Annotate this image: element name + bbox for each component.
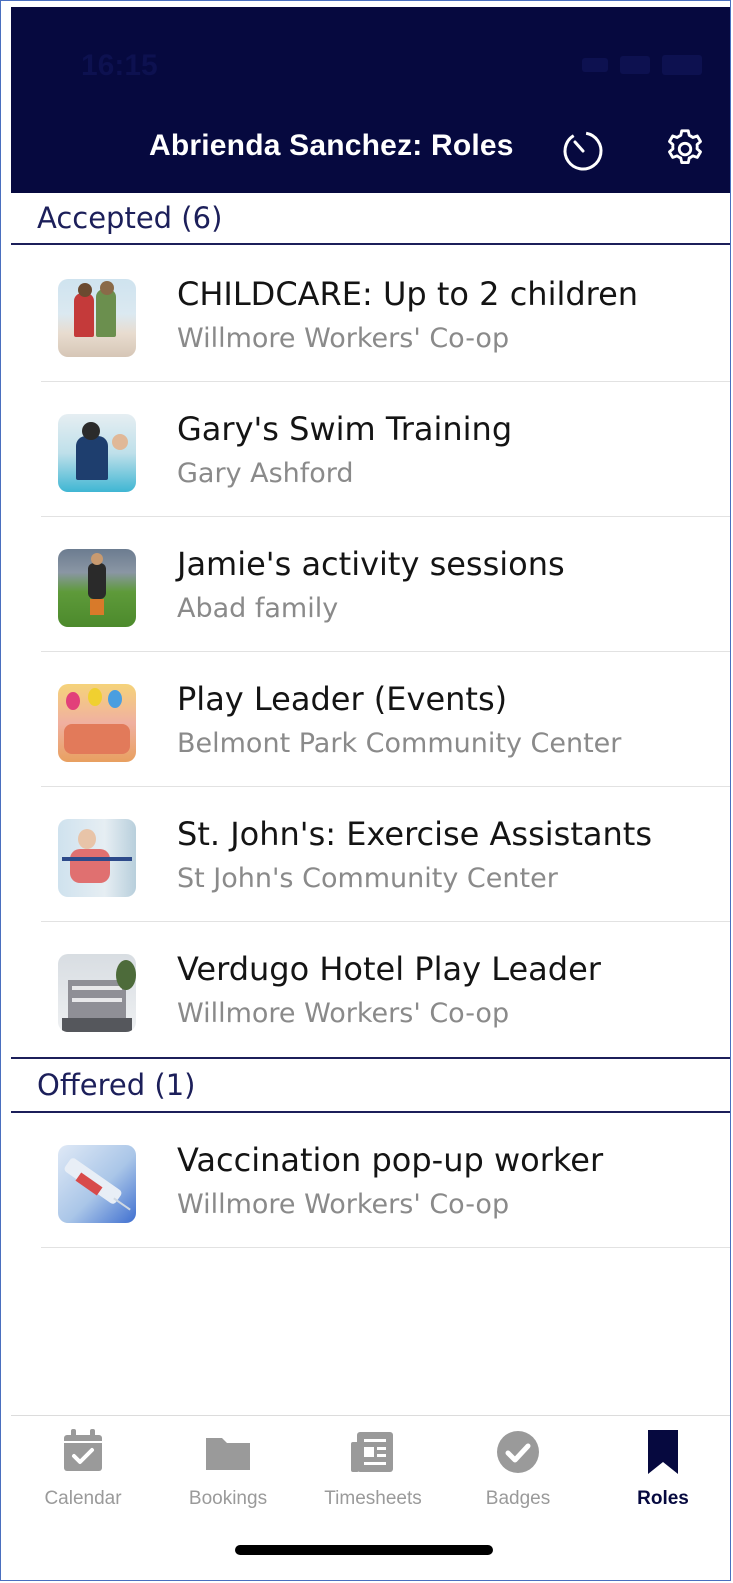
tab-timesheets[interactable]: Timesheets — [303, 1426, 443, 1510]
signal-icon — [582, 58, 608, 72]
role-organization: St John's Community Center — [177, 863, 558, 894]
page-title: Abrienda Sanchez: Roles — [149, 129, 514, 162]
role-thumbnail — [58, 549, 136, 627]
role-title: Vaccination pop-up worker — [177, 1141, 604, 1179]
role-row-swim-training[interactable]: Gary's Swim Training Gary Ashford — [41, 382, 730, 517]
section-header-offered: Offered (1) — [11, 1057, 730, 1113]
section-label: Offered (1) — [37, 1068, 196, 1102]
timer-icon — [563, 131, 603, 171]
status-bar-time: 16:15 — [81, 49, 158, 82]
app-screen: 16:15 Abrienda Sanchez: Roles Accepted (… — [11, 7, 730, 1580]
role-thumbnail — [58, 1145, 136, 1223]
role-title: Verdugo Hotel Play Leader — [177, 950, 601, 988]
timer-button[interactable] — [557, 123, 609, 175]
wifi-icon — [620, 56, 650, 74]
status-bar-icons — [582, 55, 702, 75]
tab-label: Calendar — [44, 1488, 122, 1509]
role-row-verdugo-hotel[interactable]: Verdugo Hotel Play Leader Willmore Worke… — [41, 922, 730, 1057]
tab-roles[interactable]: Roles — [593, 1426, 730, 1510]
role-organization: Willmore Workers' Co-op — [177, 1189, 510, 1220]
role-row-exercise-assistants[interactable]: St. John's: Exercise Assistants St John'… — [41, 787, 730, 922]
badge-check-icon — [492, 1426, 544, 1478]
settings-button[interactable] — [659, 123, 711, 175]
role-title: Jamie's activity sessions — [177, 545, 565, 583]
home-indicator — [235, 1545, 493, 1555]
tab-bookings[interactable]: Bookings — [158, 1426, 298, 1510]
role-thumbnail — [58, 414, 136, 492]
role-organization: Gary Ashford — [177, 458, 354, 489]
role-thumbnail — [58, 954, 136, 1032]
section-label: Accepted (6) — [37, 201, 223, 235]
role-thumbnail — [58, 819, 136, 897]
tab-label: Badges — [485, 1488, 551, 1509]
role-organization: Belmont Park Community Center — [177, 728, 622, 759]
section-header-accepted: Accepted (6) — [11, 193, 730, 245]
tab-badges[interactable]: Badges — [448, 1426, 588, 1510]
tab-label: Roles — [637, 1488, 689, 1509]
role-organization: Willmore Workers' Co-op — [177, 323, 510, 354]
role-title: Gary's Swim Training — [177, 410, 513, 448]
calendar-icon — [57, 1426, 109, 1478]
role-thumbnail — [58, 684, 136, 762]
role-row-play-leader-events[interactable]: Play Leader (Events) Belmont Park Commun… — [41, 652, 730, 787]
role-title: CHILDCARE: Up to 2 children — [177, 275, 639, 313]
app-header: 16:15 Abrienda Sanchez: Roles — [11, 7, 730, 193]
gear-icon — [668, 129, 702, 165]
role-title: St. John's: Exercise Assistants — [177, 815, 652, 853]
battery-icon — [662, 55, 702, 75]
tab-calendar[interactable]: Calendar — [13, 1426, 153, 1510]
role-title: Play Leader (Events) — [177, 680, 508, 718]
role-row-childcare[interactable]: CHILDCARE: Up to 2 children Willmore Wor… — [41, 247, 730, 382]
tab-label: Timesheets — [324, 1488, 422, 1509]
role-organization: Abad family — [177, 593, 339, 624]
folder-icon — [202, 1426, 254, 1478]
bookmark-icon — [637, 1426, 689, 1478]
role-row-vaccination[interactable]: Vaccination pop-up worker Willmore Worke… — [41, 1113, 730, 1248]
tab-label: Bookings — [188, 1488, 268, 1509]
role-thumbnail — [58, 279, 136, 357]
role-organization: Willmore Workers' Co-op — [177, 998, 510, 1029]
bottom-tab-bar: Calendar Bookings Timesheets Badges Role… — [11, 1415, 730, 1580]
app-frame: 16:15 Abrienda Sanchez: Roles Accepted (… — [0, 0, 731, 1581]
timesheet-icon — [347, 1426, 399, 1478]
role-row-activity-sessions[interactable]: Jamie's activity sessions Abad family — [41, 517, 730, 652]
